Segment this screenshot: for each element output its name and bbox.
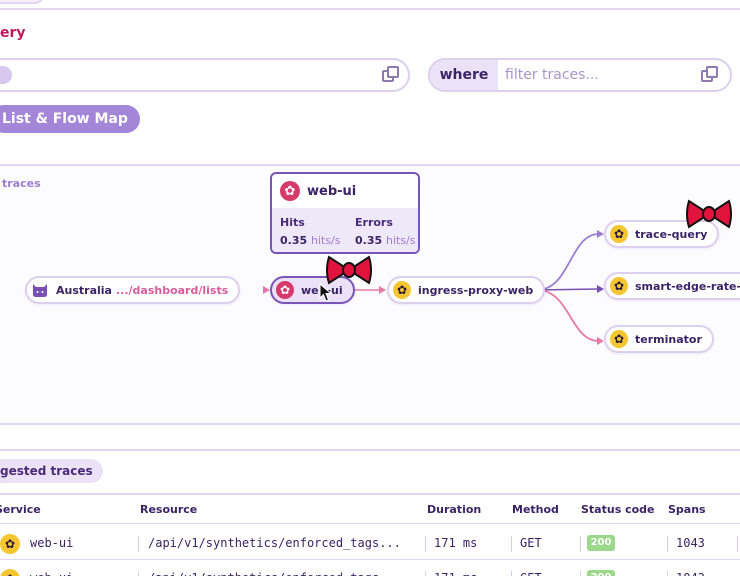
col-status-code[interactable]: Status code	[581, 503, 654, 516]
service-tooltip: ✿ web-ui Hits 0.35 hits/s Errors 0.35 hi…	[270, 172, 420, 254]
flower-icon: ✿	[393, 281, 411, 299]
cell-method: GET	[520, 536, 542, 550]
tooltip-service-name: web-ui	[307, 183, 357, 199]
col-spans[interactable]: Spans	[668, 503, 706, 516]
flower-icon: ✿	[0, 534, 20, 554]
cell-resource: /api/v1/synthetics/enforced_tags...	[148, 536, 401, 550]
node-label: ingress-proxy-web	[418, 283, 534, 297]
status-badge: 200	[587, 535, 615, 551]
cell-duration: 171 ms	[434, 562, 477, 576]
hits-unit: hits/s	[310, 234, 341, 247]
errors-label: Errors	[355, 216, 393, 229]
errors-unit: hits/s	[385, 234, 416, 247]
divider	[0, 523, 740, 524]
red-bow-icon	[686, 199, 732, 229]
node-label: smart-edge-rate-...	[635, 279, 740, 293]
flower-icon: ✿	[0, 569, 20, 576]
table-row[interactable]: ✿ web-ui /api/v1/synthetics/enforced_tag…	[0, 562, 740, 576]
col-method[interactable]: Method	[512, 503, 559, 516]
errors-value: 0.35	[355, 234, 383, 247]
flow-node-terminator[interactable]: ✿ terminator	[604, 325, 714, 353]
status-badge: 200	[587, 570, 615, 576]
cell-spans: 1043	[676, 536, 705, 550]
suggested-traces-tab[interactable]: gested traces	[0, 459, 103, 483]
flower-icon: ✿	[610, 277, 628, 295]
mouse-cursor-icon	[319, 283, 333, 302]
divider	[0, 559, 740, 560]
flower-icon: ✿	[610, 225, 628, 243]
cell-resource: /api/v1/synthetics/enforced_tags...	[148, 562, 401, 576]
flow-source-node[interactable]: Australia .../dashboard/lists	[25, 276, 241, 304]
flow-node-ingress-proxy-web[interactable]: ✿ ingress-proxy-web	[387, 276, 546, 304]
cell-service: web-ui	[30, 536, 74, 550]
node-label: terminator	[635, 332, 702, 346]
source-path: .../dashboard/lists	[115, 283, 229, 297]
divider	[0, 423, 740, 425]
col-duration[interactable]: Duration	[427, 503, 481, 516]
cell-method: GET	[520, 562, 542, 576]
cell-duration: 171 ms	[434, 536, 478, 550]
source-name: Australia	[56, 283, 112, 297]
hello-kitty-icon	[31, 281, 49, 299]
divider	[0, 493, 740, 495]
divider	[0, 449, 740, 451]
flower-icon: ✿	[280, 181, 300, 201]
col-service[interactable]: Service	[0, 503, 41, 516]
cell-spans: 1043	[676, 562, 705, 576]
hits-value: 0.35	[280, 234, 308, 247]
col-resource[interactable]: Resource	[140, 503, 197, 516]
red-bow-icon	[326, 255, 372, 285]
flower-icon: ✿	[610, 330, 628, 348]
table-row[interactable]: ✿ web-ui /api/v1/synthetics/enforced_tag…	[0, 527, 740, 559]
cell-service: web-ui	[30, 562, 73, 576]
flower-icon: ✿	[276, 281, 294, 299]
flow-node-smart-edge-rate[interactable]: ✿ smart-edge-rate-...	[604, 272, 740, 300]
hits-label: Hits	[280, 216, 305, 229]
